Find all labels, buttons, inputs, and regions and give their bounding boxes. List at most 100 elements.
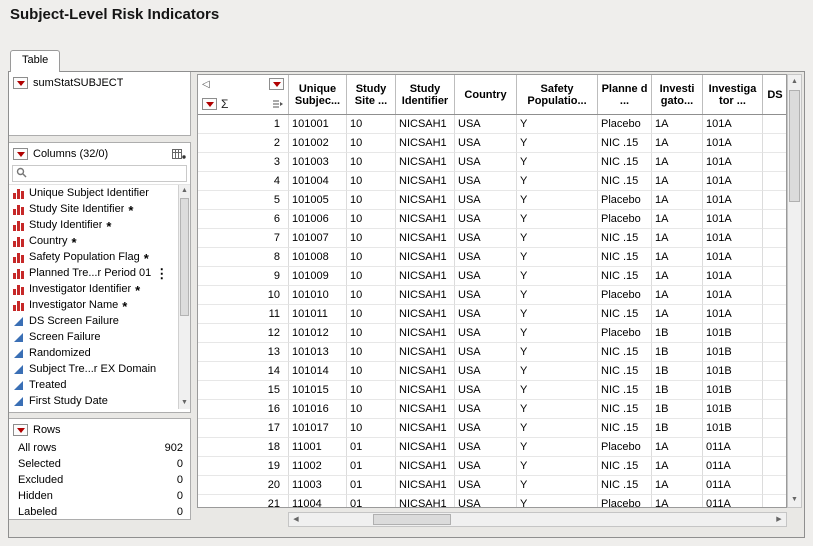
column-header[interactable]: Safety Populatio...	[517, 75, 598, 114]
tab-table[interactable]: Table	[10, 50, 60, 72]
table-cell[interactable]: NICSAH1	[396, 457, 455, 476]
table-row[interactable]: 211100401NICSAH1USAYPlacebo1A011A	[198, 495, 786, 508]
row-number[interactable]: 7	[198, 229, 289, 248]
vertical-scrollbar[interactable]: ▲ ▼	[787, 74, 802, 508]
table-cell[interactable]: 10	[347, 267, 396, 286]
red-triangle-menu-icon[interactable]	[13, 77, 28, 89]
table-cell[interactable]: 101A	[703, 248, 763, 267]
table-cell[interactable]	[763, 248, 787, 267]
table-cell[interactable]: NICSAH1	[396, 248, 455, 267]
table-cell[interactable]: 1B	[652, 362, 703, 381]
table-cell[interactable]	[763, 343, 787, 362]
table-cell[interactable]	[763, 305, 787, 324]
table-cell[interactable]: NICSAH1	[396, 172, 455, 191]
table-cell[interactable]	[763, 438, 787, 457]
table-cell[interactable]: USA	[455, 438, 517, 457]
column-list-item[interactable]: Subject Tre...r EX Domain	[9, 361, 190, 377]
table-cell[interactable]: 10	[347, 362, 396, 381]
column-header[interactable]: DS	[763, 75, 787, 114]
table-cell[interactable]: NIC .15	[598, 153, 652, 172]
table-cell[interactable]: NIC .15	[598, 381, 652, 400]
table-cell[interactable]: 101A	[703, 153, 763, 172]
column-list-item[interactable]: Country*	[9, 233, 190, 249]
table-cell[interactable]: 101010	[289, 286, 347, 305]
table-row[interactable]: 1310101310NICSAH1USAYNIC .151B101B	[198, 343, 786, 362]
row-number[interactable]: 9	[198, 267, 289, 286]
table-cell[interactable]: Y	[517, 324, 598, 343]
horizontal-scrollbar[interactable]: ◀ ▶	[288, 512, 787, 527]
table-row[interactable]: 510100510NICSAH1USAYPlacebo1A101A	[198, 191, 786, 210]
table-cell[interactable]: 101005	[289, 191, 347, 210]
table-cell[interactable]: 101001	[289, 115, 347, 134]
column-header[interactable]: Country	[455, 75, 517, 114]
table-cell[interactable]	[763, 267, 787, 286]
row-number[interactable]: 20	[198, 476, 289, 495]
scroll-right-icon[interactable]: ▶	[772, 513, 786, 526]
table-row[interactable]: 610100610NICSAH1USAYPlacebo1A101A	[198, 210, 786, 229]
table-row[interactable]: 191100201NICSAH1USAYNIC .151A011A	[198, 457, 786, 476]
table-row[interactable]: 1710101710NICSAH1USAYNIC .151B101B	[198, 419, 786, 438]
table-row[interactable]: 210100210NICSAH1USAYNIC .151A101A	[198, 134, 786, 153]
table-cell[interactable]: Y	[517, 495, 598, 508]
table-cell[interactable]: 10	[347, 191, 396, 210]
table-cell[interactable]: USA	[455, 381, 517, 400]
scroll-up-icon[interactable]: ▲	[788, 75, 801, 89]
scrollbar-thumb[interactable]	[373, 514, 451, 525]
table-cell[interactable]: Placebo	[598, 210, 652, 229]
table-cell[interactable]: 101A	[703, 210, 763, 229]
table-cell[interactable]: 10	[347, 248, 396, 267]
column-list-item[interactable]: Planned Tre...r Period 01⋮	[9, 265, 190, 281]
table-cell[interactable]: USA	[455, 362, 517, 381]
table-cell[interactable]: 10	[347, 172, 396, 191]
column-list-item[interactable]: DS Screen Failure	[9, 313, 190, 329]
table-cell[interactable]	[763, 153, 787, 172]
table-cell[interactable]: 101011	[289, 305, 347, 324]
table-cell[interactable]: 101A	[703, 172, 763, 191]
row-number[interactable]: 21	[198, 495, 289, 508]
row-number[interactable]: 2	[198, 134, 289, 153]
column-header[interactable]: Study Site ...	[347, 75, 396, 114]
table-cell[interactable]: NICSAH1	[396, 267, 455, 286]
table-cell[interactable]: USA	[455, 305, 517, 324]
table-cell[interactable]: 1A	[652, 476, 703, 495]
table-cell[interactable]: NIC .15	[598, 172, 652, 191]
table-cell[interactable]: Y	[517, 286, 598, 305]
row-number[interactable]: 6	[198, 210, 289, 229]
collapse-panel-icon[interactable]: ◁	[202, 79, 210, 90]
table-cell[interactable]	[763, 400, 787, 419]
table-row[interactable]: 1510101510NICSAH1USAYNIC .151B101B	[198, 381, 786, 400]
table-cell[interactable]: 1A	[652, 248, 703, 267]
table-cell[interactable]: 10	[347, 210, 396, 229]
table-cell[interactable]: 10	[347, 286, 396, 305]
table-cell[interactable]: NICSAH1	[396, 476, 455, 495]
table-cell[interactable]: USA	[455, 324, 517, 343]
table-cell[interactable]: 1A	[652, 438, 703, 457]
table-row[interactable]: 810100810NICSAH1USAYNIC .151A101A	[198, 248, 786, 267]
table-row[interactable]: 710100710NICSAH1USAYNIC .151A101A	[198, 229, 786, 248]
table-cell[interactable]: USA	[455, 267, 517, 286]
table-cell[interactable]: USA	[455, 419, 517, 438]
table-cell[interactable]: 1A	[652, 267, 703, 286]
table-cell[interactable]	[763, 286, 787, 305]
table-cell[interactable]: NICSAH1	[396, 324, 455, 343]
table-cell[interactable]: USA	[455, 191, 517, 210]
table-cell[interactable]: 101009	[289, 267, 347, 286]
table-cell[interactable]: NIC .15	[598, 476, 652, 495]
table-cell[interactable]: 101A	[703, 305, 763, 324]
table-cell[interactable]: USA	[455, 495, 517, 508]
table-cell[interactable]: 10	[347, 134, 396, 153]
table-row[interactable]: 310100310NICSAH1USAYNIC .151A101A	[198, 153, 786, 172]
table-cell[interactable]: USA	[455, 343, 517, 362]
row-number[interactable]: 19	[198, 457, 289, 476]
table-cell[interactable]: 101A	[703, 229, 763, 248]
table-cell[interactable]: 1A	[652, 495, 703, 508]
table-cell[interactable]: Y	[517, 305, 598, 324]
table-cell[interactable]: NICSAH1	[396, 438, 455, 457]
table-cell[interactable]: 1B	[652, 419, 703, 438]
table-cell[interactable]: 01	[347, 438, 396, 457]
table-cell[interactable]: NIC .15	[598, 362, 652, 381]
column-list-item[interactable]: Safety Population Flag*	[9, 249, 190, 265]
table-cell[interactable]: Y	[517, 115, 598, 134]
table-cell[interactable]: NICSAH1	[396, 419, 455, 438]
table-cell[interactable]: Y	[517, 438, 598, 457]
